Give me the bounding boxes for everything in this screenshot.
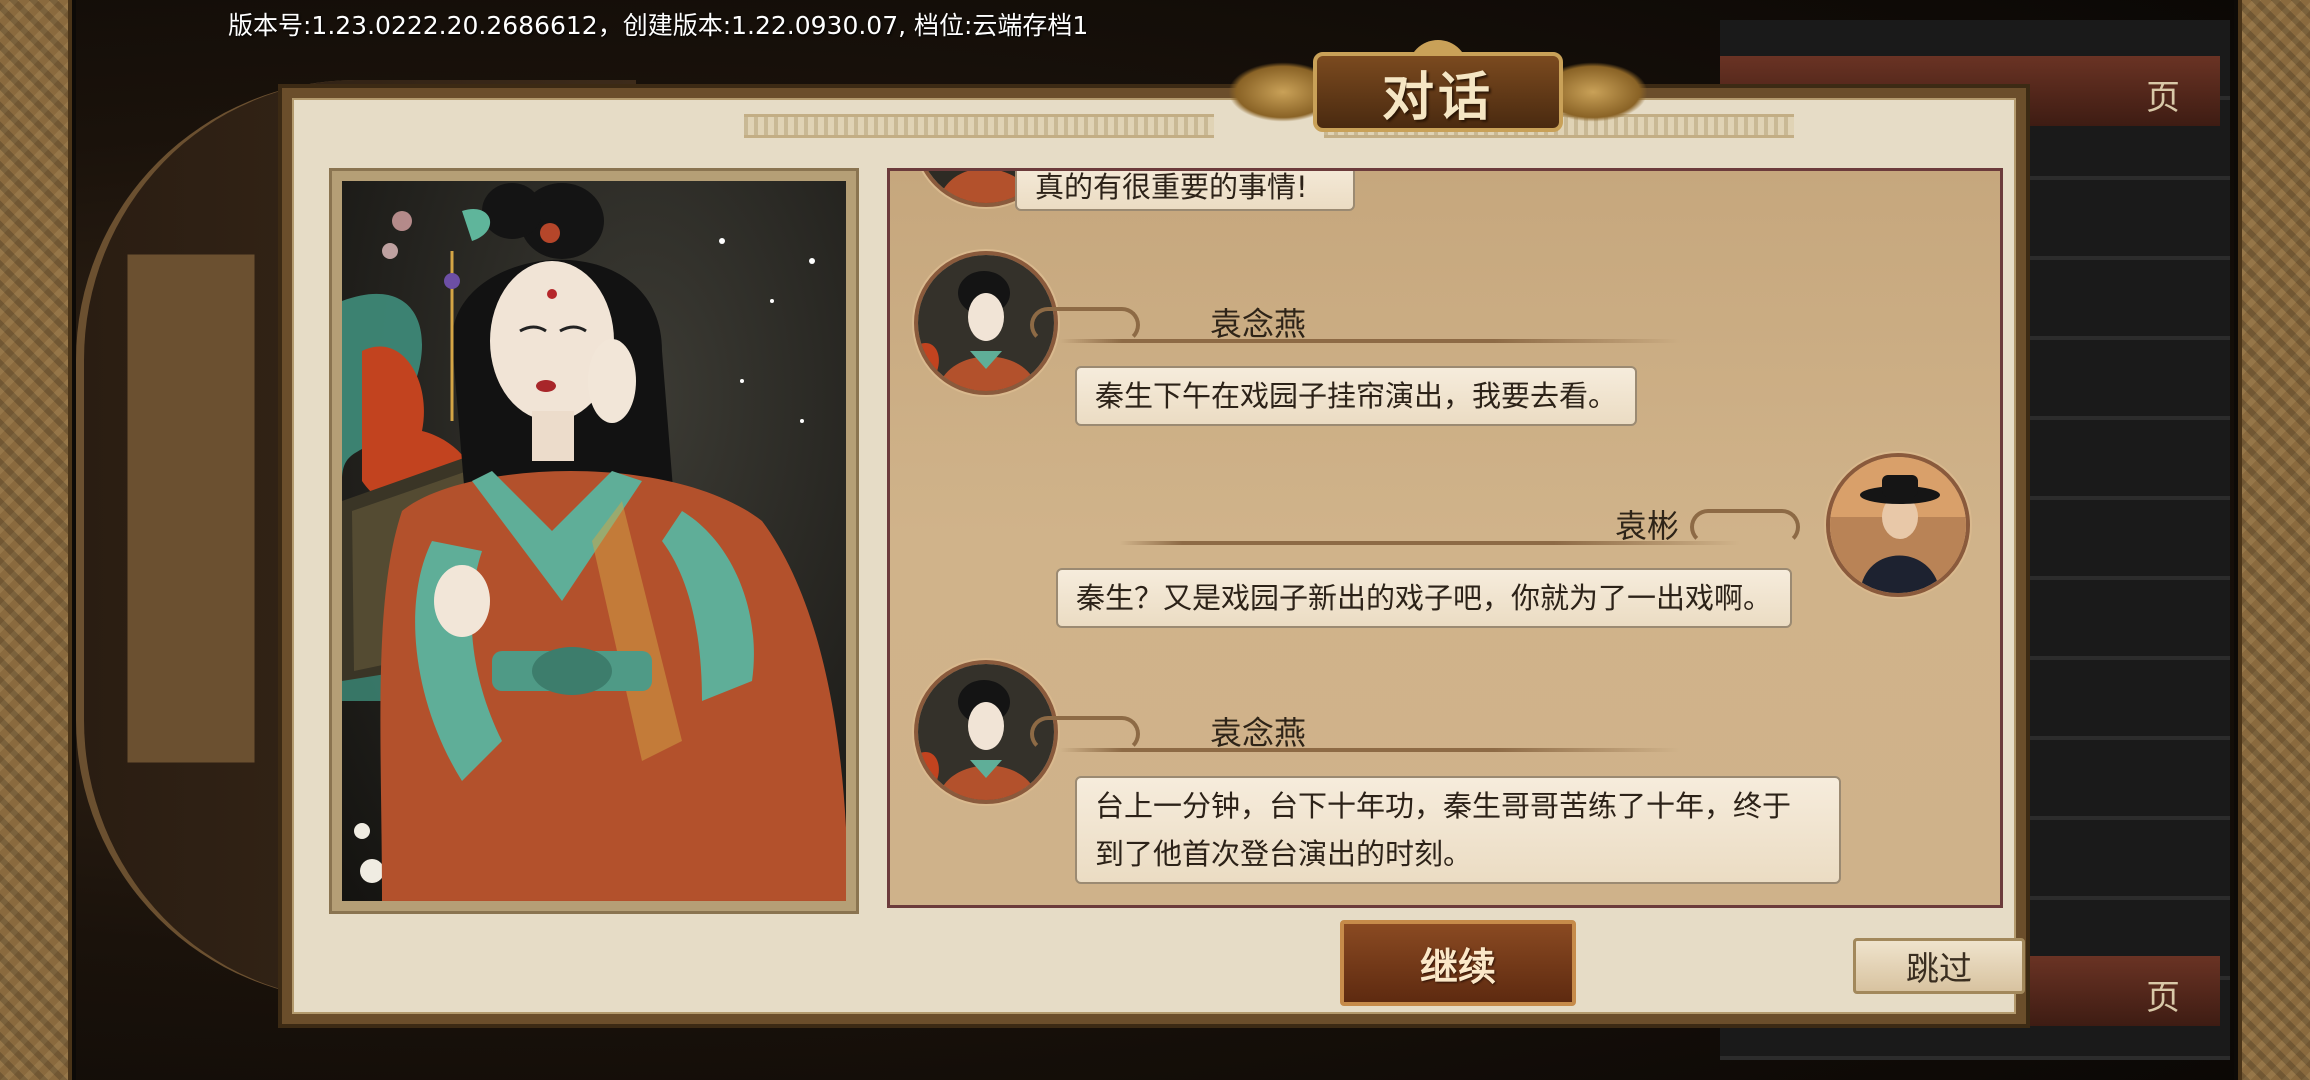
message-text-line2: 到了他首次登台演出的时刻。: [1095, 837, 1473, 871]
dialog-title: 对话: [1381, 67, 1494, 128]
left-ornamental-border: [0, 0, 72, 1080]
meander-ornament-left: [744, 114, 1214, 138]
speaker-name: 袁念燕: [1210, 714, 1307, 752]
version-info: 版本号:1.23.0222.20.2686612，创建版本:1.22.0930.…: [228, 11, 1089, 40]
continue-button[interactable]: 继续: [1340, 920, 1576, 1006]
dialog-title-plaque: 对话: [1228, 40, 1648, 140]
message-bubble: 真的有很重要的事情!: [1015, 170, 1355, 211]
name-divider: [1060, 339, 1680, 343]
message-text-line1: 台上一分钟，台下十年功，秦生哥哥苦练了十年，终于: [1095, 789, 1792, 823]
speaker-name: 袁彬: [1615, 507, 1680, 545]
right-ornamental-border: [2238, 0, 2310, 1080]
message-bubble: 秦生下午在戏园子挂帘演出，我要去看。: [1075, 366, 1638, 426]
message-text: 秦生下午在戏园子挂帘演出，我要去看。: [1095, 379, 1618, 413]
character-portrait-frame: [329, 168, 859, 914]
name-divider: [1060, 748, 1680, 752]
cloud-ornament: [1690, 509, 1800, 545]
title-plate: 对话: [1313, 52, 1563, 132]
message-text: 秦生？又是戏园子新出的戏子吧，你就为了一出戏啊。: [1076, 581, 1773, 615]
cloud-ornament: [1030, 307, 1140, 343]
avatar-yuan-bin: [1826, 453, 1970, 597]
cloud-ornament: [1030, 716, 1140, 752]
message-bubble: 台上一分钟，台下十年功，秦生哥哥苦练了十年，终于 到了他首次登台演出的时刻。: [1075, 776, 1841, 884]
speaker-name: 袁念燕: [1210, 305, 1307, 343]
message-bubble: 秦生？又是戏园子新出的戏子吧，你就为了一出戏啊。: [1056, 568, 1793, 628]
dialogue-panel: 真的有很重要的事情! 袁念燕 秦生下午在戏园子挂帘演出，我要去看。 袁彬 秦生？…: [292, 98, 2025, 1014]
message-text: 真的有很重要的事情!: [1035, 170, 1308, 204]
dialogue-window: 真的有很重要的事情! 袁念燕 秦生下午在戏园子挂帘演出，我要去看。 袁彬 秦生？…: [278, 84, 2030, 1028]
skip-button[interactable]: 跳过: [1853, 938, 2025, 994]
man-in-hat-portrait-icon: [1830, 457, 1966, 593]
woman-portrait-icon: [342, 183, 846, 901]
dialogue-log[interactable]: 真的有很重要的事情! 袁念燕 秦生下午在戏园子挂帘演出，我要去看。 袁彬 秦生？…: [887, 168, 2003, 908]
character-portrait: [342, 181, 846, 901]
